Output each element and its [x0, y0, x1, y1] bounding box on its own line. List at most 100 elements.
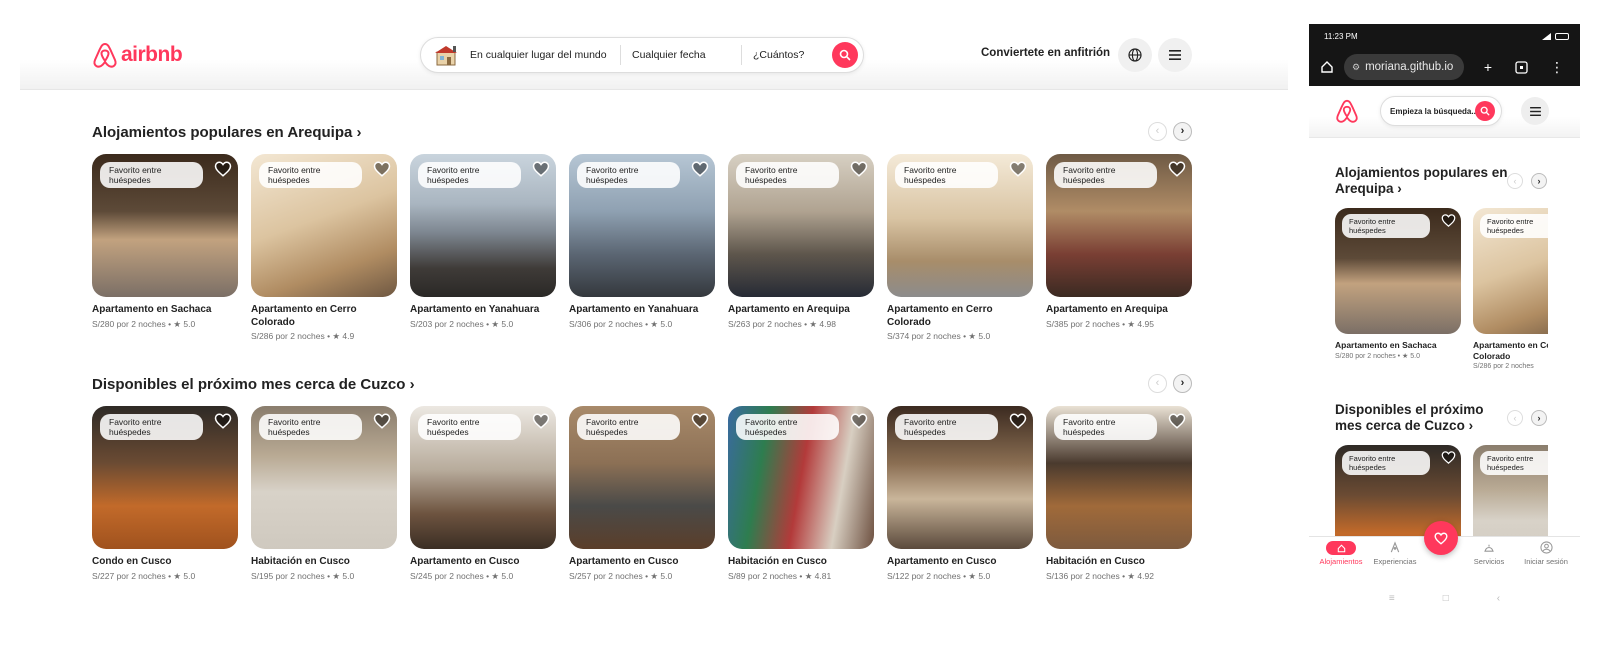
- listing-photo[interactable]: Favorito entre huéspedes: [887, 406, 1033, 549]
- language-button[interactable]: [1118, 38, 1152, 72]
- airbnb-logo[interactable]: [1335, 98, 1359, 129]
- listing-card[interactable]: Favorito entre huéspedes Apartamento en C…: [887, 154, 1033, 342]
- listing-card[interactable]: Favorito entre huéspedes Apartamento en A…: [1046, 154, 1192, 342]
- menu-button[interactable]: [1158, 38, 1192, 72]
- listing-photo[interactable]: Favorito entre huéspedes: [410, 406, 556, 549]
- listing-title[interactable]: Habitación en Cusco: [251, 556, 397, 569]
- carousel-next-button[interactable]: ›: [1173, 374, 1192, 393]
- nav-alojamientos[interactable]: Alojamientos: [1315, 541, 1367, 566]
- listing-title[interactable]: Apartamento en Cerro Colorado: [1473, 340, 1548, 362]
- heart-icon[interactable]: [373, 412, 391, 430]
- heart-icon[interactable]: [1009, 160, 1027, 178]
- heart-icon[interactable]: [1168, 412, 1186, 430]
- home-square-icon[interactable]: □: [1443, 593, 1449, 604]
- listing-card[interactable]: Favorito entre huéspedes: [1473, 445, 1548, 536]
- listing-title[interactable]: Apartamento en Cerro Colorado: [251, 304, 397, 329]
- listing-photo[interactable]: Favorito entre huéspedes: [1335, 208, 1461, 334]
- search-button[interactable]: [1475, 101, 1495, 121]
- listing-photo[interactable]: Favorito entre huéspedes: [728, 406, 874, 549]
- heart-icon[interactable]: [691, 160, 709, 178]
- overflow-menu-icon[interactable]: ⋮: [1549, 59, 1565, 75]
- search-when[interactable]: Cualquier fecha: [621, 49, 741, 61]
- nav-iniciar-sesion[interactable]: Iniciar sesión: [1521, 541, 1571, 566]
- carousel-prev-button[interactable]: ‹: [1507, 410, 1523, 426]
- listing-title[interactable]: Apartamento en Yanahuara: [410, 304, 556, 317]
- carousel-next-button[interactable]: ›: [1173, 122, 1192, 141]
- wishlist-fab[interactable]: [1424, 521, 1458, 555]
- carousel-prev-button[interactable]: ‹: [1148, 374, 1167, 393]
- listing-photo[interactable]: Favorito entre huéspedes: [251, 154, 397, 297]
- listing-title[interactable]: Apartamento en Sachaca: [1335, 340, 1461, 351]
- listing-photo[interactable]: Favorito entre huéspedes: [92, 406, 238, 549]
- listing-card[interactable]: Favorito entre huéspedes Apartamento en Y…: [410, 154, 556, 342]
- listing-photo[interactable]: Favorito entre huéspedes: [728, 154, 874, 297]
- listing-photo[interactable]: Favorito entre huéspedes: [569, 406, 715, 549]
- nav-experiencias[interactable]: Experiencias: [1367, 541, 1423, 566]
- mobile-search-bar[interactable]: Empieza la búsqueda...: [1380, 96, 1502, 126]
- section-title[interactable]: Disponibles el próximo mes cerca de Cuzc…: [1335, 402, 1510, 434]
- heart-icon[interactable]: [850, 412, 868, 430]
- heart-icon[interactable]: [1168, 160, 1186, 178]
- heart-icon[interactable]: [214, 160, 232, 178]
- listing-photo[interactable]: Favorito entre huéspedes: [251, 406, 397, 549]
- listing-card[interactable]: Favorito entre huéspedes Habitación en Cu…: [728, 406, 874, 582]
- listing-card[interactable]: Favorito entre huéspedes Apartamento en C…: [410, 406, 556, 582]
- heart-icon[interactable]: [532, 412, 550, 430]
- listing-card[interactable]: Favorito entre huéspedes Apartamento en C…: [251, 154, 397, 342]
- listing-photo[interactable]: Favorito entre huéspedes: [1473, 445, 1548, 536]
- listing-title[interactable]: Apartamento en Arequipa: [728, 304, 874, 317]
- heart-icon[interactable]: [1441, 213, 1456, 228]
- home-icon[interactable]: [1319, 59, 1335, 75]
- listing-card[interactable]: Favorito entre huéspedes Apartamento en S…: [1335, 208, 1461, 370]
- address-bar[interactable]: ⚙ moriana.github.io: [1344, 54, 1464, 80]
- listing-photo[interactable]: Favorito entre huéspedes: [1046, 406, 1192, 549]
- heart-icon[interactable]: [373, 160, 391, 178]
- search-button[interactable]: [832, 42, 858, 68]
- carousel-prev-button[interactable]: ‹: [1148, 122, 1167, 141]
- nav-servicios[interactable]: Servicios: [1467, 541, 1511, 566]
- listing-photo[interactable]: Favorito entre huéspedes: [92, 154, 238, 297]
- listing-photo[interactable]: Favorito entre huéspedes: [1473, 208, 1548, 334]
- carousel-next-button[interactable]: ›: [1531, 410, 1547, 426]
- heart-icon[interactable]: [691, 412, 709, 430]
- listing-title[interactable]: Condo en Cusco: [92, 556, 238, 569]
- listing-title[interactable]: Apartamento en Cusco: [887, 556, 1033, 569]
- carousel-prev-button[interactable]: ‹: [1507, 173, 1523, 189]
- listing-photo[interactable]: Favorito entre huéspedes: [1046, 154, 1192, 297]
- listing-title[interactable]: Habitación en Cusco: [728, 556, 874, 569]
- listing-card[interactable]: Favorito entre huéspedes Apartamento en C…: [1473, 208, 1548, 370]
- heart-icon[interactable]: [850, 160, 868, 178]
- back-icon[interactable]: ‹: [1497, 593, 1500, 604]
- search-bar[interactable]: En cualquier lugar del mundo Cualquier f…: [420, 37, 864, 73]
- heart-icon[interactable]: [1009, 412, 1027, 430]
- listing-card[interactable]: Favorito entre huéspedes Apartamento en C…: [887, 406, 1033, 582]
- heart-icon[interactable]: [532, 160, 550, 178]
- section-title[interactable]: Disponibles el próximo mes cerca de Cuzc…: [92, 376, 415, 393]
- search-who[interactable]: ¿Cuántos?: [742, 49, 830, 61]
- listing-title[interactable]: Apartamento en Yanahuara: [569, 304, 715, 317]
- airbnb-logo[interactable]: airbnb: [92, 41, 183, 69]
- become-host-link[interactable]: Conviertete en anfitrión: [981, 47, 1110, 59]
- site-settings-icon[interactable]: ⚙: [1352, 62, 1360, 73]
- carousel-next-button[interactable]: ›: [1531, 173, 1547, 189]
- listing-photo[interactable]: Favorito entre huéspedes: [887, 154, 1033, 297]
- listing-photo[interactable]: Favorito entre huéspedes: [569, 154, 715, 297]
- listing-card[interactable]: Favorito entre huéspedes Condo en Cusco S/…: [92, 406, 238, 582]
- listing-title[interactable]: Apartamento en Arequipa: [1046, 304, 1192, 317]
- menu-button[interactable]: [1521, 97, 1549, 125]
- listing-card[interactable]: Favorito entre huéspedes Apartamento en S…: [92, 154, 238, 342]
- listing-card[interactable]: Favorito entre huéspedes Apartamento en C…: [569, 406, 715, 582]
- listing-title[interactable]: Apartamento en Cusco: [410, 556, 556, 569]
- new-tab-icon[interactable]: +: [1480, 59, 1496, 75]
- search-where[interactable]: En cualquier lugar del mundo: [470, 49, 620, 61]
- heart-icon[interactable]: [214, 412, 232, 430]
- listing-title[interactable]: Apartamento en Cerro Colorado: [887, 304, 1033, 329]
- tabs-icon[interactable]: [1513, 59, 1529, 75]
- listing-title[interactable]: Apartamento en Sachaca: [92, 304, 238, 317]
- listing-card[interactable]: Favorito entre huéspedes Habitación en Cu…: [1046, 406, 1192, 582]
- listing-title[interactable]: Habitación en Cusco: [1046, 556, 1192, 569]
- section-title[interactable]: Alojamientos populares en Arequipa ›: [1335, 165, 1510, 197]
- listing-title[interactable]: Apartamento en Cusco: [569, 556, 715, 569]
- listing-photo[interactable]: Favorito entre huéspedes: [410, 154, 556, 297]
- recents-icon[interactable]: ≡: [1389, 593, 1395, 604]
